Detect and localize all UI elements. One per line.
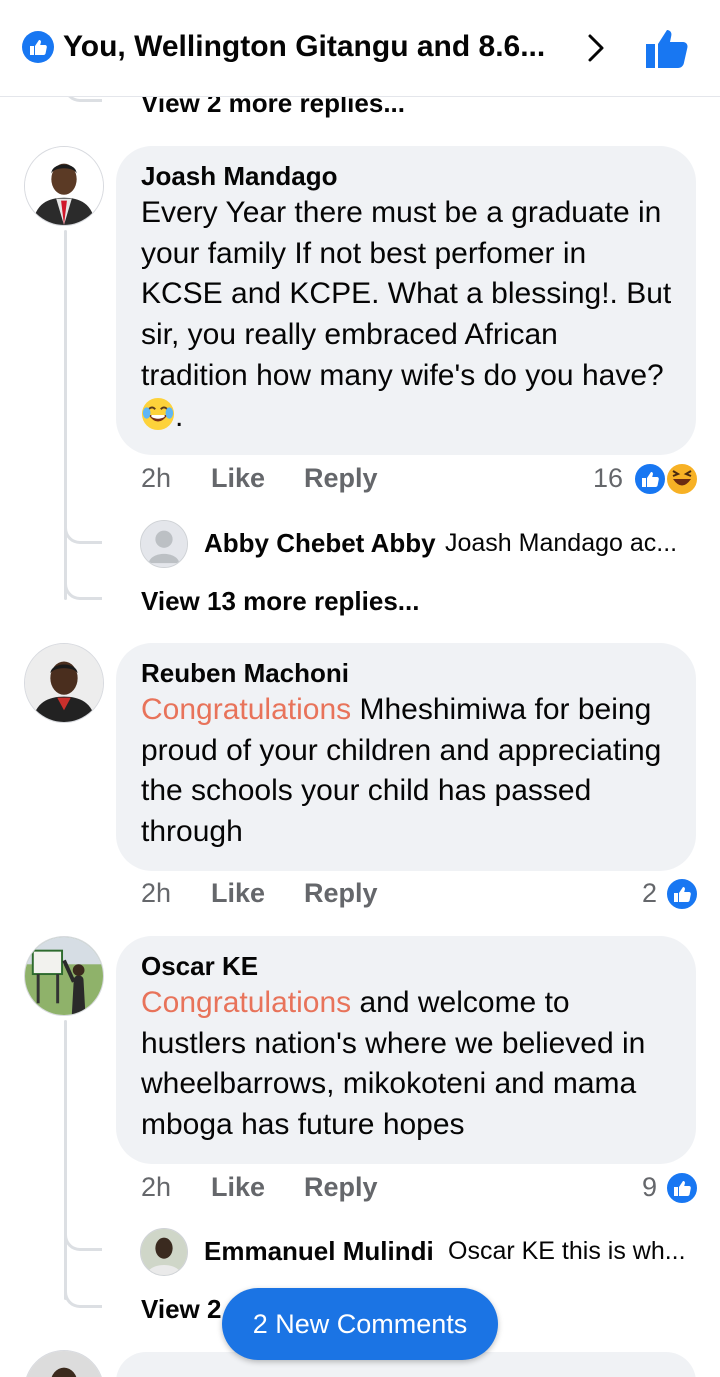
reply-preview[interactable]: Abby Chebet Abby Joash Mandago ac... [140, 520, 700, 570]
comment-actions: 2h Like Reply 16 [141, 458, 701, 498]
comment-bubble[interactable]: Oscar KE Congratulations and welcome to … [116, 936, 696, 1164]
reply-button[interactable]: Reply [304, 458, 378, 498]
like-button[interactable]: Like [211, 1167, 265, 1207]
comment-author[interactable]: Oscar KE [141, 949, 672, 983]
thread-connector [64, 578, 102, 600]
new-comments-button[interactable]: 2 New Comments [222, 1288, 498, 1360]
comment-text: Every Year there must be a graduate in y… [141, 196, 672, 433]
reaction-count[interactable]: 16 [593, 458, 623, 498]
thread-line [64, 1020, 67, 1300]
comment-author[interactable]: Reuben Machoni [141, 656, 672, 690]
like-reaction-icon[interactable] [665, 1171, 699, 1205]
reaction-count[interactable]: 9 [642, 1167, 657, 1207]
reply-preview[interactable]: Emmanuel Mulindi Oscar KE this is wh... [140, 1228, 700, 1278]
highlighted-keyword[interactable]: Congratulations [141, 693, 351, 726]
reply-button[interactable]: Reply [304, 873, 378, 913]
reaction-count[interactable]: 2 [642, 873, 657, 913]
view-more-replies-link[interactable]: View 2 [141, 1294, 221, 1325]
thread-connector [64, 1286, 102, 1308]
thumbs-up-icon[interactable] [644, 26, 690, 70]
avatar-joash-mandago[interactable] [24, 146, 104, 226]
reply-snippet: Oscar KE this is wh... [448, 1237, 686, 1265]
comment-actions: 2h Like Reply 9 [141, 1167, 701, 1207]
like-button[interactable]: Like [211, 458, 265, 498]
comment-timestamp[interactable]: 2h [141, 458, 171, 498]
comment-bubble[interactable]: Reuben Machoni Congratulations Mheshimiw… [116, 643, 696, 871]
comment-author[interactable]: Joash Mandago [141, 159, 672, 193]
post-header[interactable]: You, Wellington Gitangu and 8.6... [0, 0, 720, 97]
thread-connector [64, 522, 102, 544]
comment-timestamp[interactable]: 2h [141, 873, 171, 913]
reply-button[interactable]: Reply [304, 1167, 378, 1207]
like-reaction-icon [22, 31, 54, 63]
reply-author[interactable]: Abby Chebet Abby [204, 528, 436, 559]
comment-text: Congratulations Mheshimiwa for being pro… [141, 693, 662, 849]
reply-author[interactable]: Emmanuel Mulindi [204, 1236, 434, 1267]
like-reaction-icon[interactable] [633, 462, 667, 496]
comment-bubble[interactable]: Joash Mandago Every Year there must be a… [116, 146, 696, 456]
avatar-next-comment[interactable] [24, 1350, 104, 1377]
reply-avatar [140, 1228, 188, 1276]
view-more-replies-link[interactable]: View 13 more replies... [141, 586, 419, 617]
highlighted-keyword[interactable]: Congratulations [141, 986, 351, 1019]
thread-line [64, 230, 67, 600]
like-reaction-icon[interactable] [665, 877, 699, 911]
laughing-tears-emoji [141, 397, 175, 430]
comment-actions: 2h Like Reply 2 [141, 873, 701, 913]
chevron-right-icon[interactable] [585, 32, 607, 64]
thread-connector [64, 1229, 102, 1251]
comment-text: Congratulations and welcome to hustlers … [141, 986, 646, 1142]
like-button[interactable]: Like [211, 873, 265, 913]
haha-reaction-icon[interactable] [665, 462, 699, 496]
reply-snippet: Joash Mandago ac... [445, 529, 678, 557]
avatar-oscar-ke[interactable] [24, 936, 104, 1016]
avatar-reuben-machoni[interactable] [24, 643, 104, 723]
comment-timestamp[interactable]: 2h [141, 1167, 171, 1207]
default-avatar-icon [140, 520, 188, 568]
reactions-summary-title[interactable]: You, Wellington Gitangu and 8.6... [63, 30, 545, 64]
